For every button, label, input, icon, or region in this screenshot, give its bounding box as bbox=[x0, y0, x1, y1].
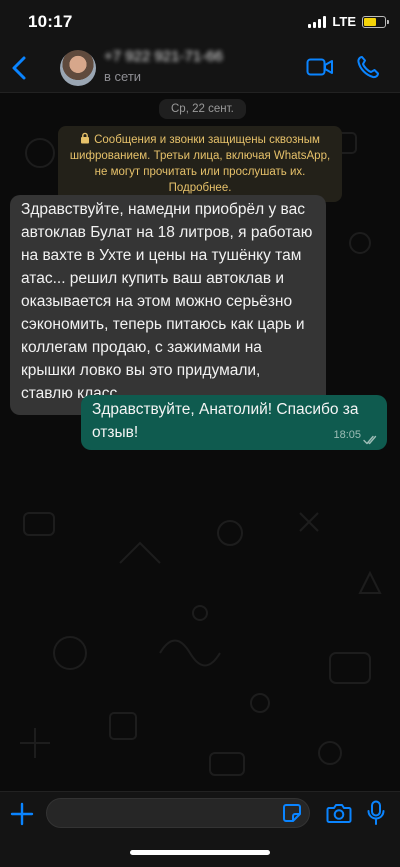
message-composer bbox=[0, 791, 400, 867]
cellular-signal-icon bbox=[308, 15, 327, 28]
date-separator: Ср, 22 сент. bbox=[159, 99, 246, 119]
double-check-read-icon bbox=[363, 435, 377, 445]
lock-icon bbox=[81, 132, 90, 144]
battery-level bbox=[364, 17, 376, 26]
chat-area[interactable]: Ср, 22 сент. Сообщения и звонки защищены… bbox=[0, 93, 400, 791]
chat-header: +7 922 921-71-66 в сети bbox=[0, 44, 400, 93]
message-text: Здравствуйте, намедни приобрёл у вас авт… bbox=[21, 201, 313, 402]
status-bar: 10:17 LTE bbox=[0, 0, 400, 44]
message-text: Здравствуйте, Анатолий! Спасибо за отзыв… bbox=[92, 401, 359, 441]
sticker-icon[interactable] bbox=[282, 803, 302, 823]
phone-call-icon[interactable] bbox=[356, 54, 380, 80]
network-type: LTE bbox=[332, 14, 356, 29]
outgoing-message[interactable]: Здравствуйте, Анатолий! Спасибо за отзыв… bbox=[81, 395, 387, 450]
contact-status: в сети bbox=[104, 69, 142, 84]
contact-name[interactable]: +7 922 921-71-66 bbox=[104, 48, 223, 65]
camera-icon[interactable] bbox=[326, 802, 352, 824]
incoming-message[interactable]: Здравствуйте, намедни приобрёл у вас авт… bbox=[10, 195, 326, 415]
message-time: 18:05 bbox=[333, 429, 361, 441]
message-input[interactable] bbox=[46, 798, 310, 828]
video-call-icon[interactable] bbox=[306, 56, 334, 78]
plus-icon[interactable] bbox=[10, 802, 34, 826]
home-indicator bbox=[130, 850, 270, 855]
encryption-notice-text: Сообщения и звонки защищены сквозным шиф… bbox=[69, 134, 331, 194]
status-indicators: LTE bbox=[308, 14, 389, 29]
battery-icon bbox=[362, 15, 389, 28]
status-time: 10:17 bbox=[28, 12, 73, 31]
avatar[interactable] bbox=[60, 50, 96, 86]
encryption-notice[interactable]: Сообщения и звонки защищены сквозным шиф… bbox=[58, 126, 342, 202]
back-chevron-icon[interactable] bbox=[8, 50, 32, 86]
microphone-icon[interactable] bbox=[366, 800, 386, 826]
